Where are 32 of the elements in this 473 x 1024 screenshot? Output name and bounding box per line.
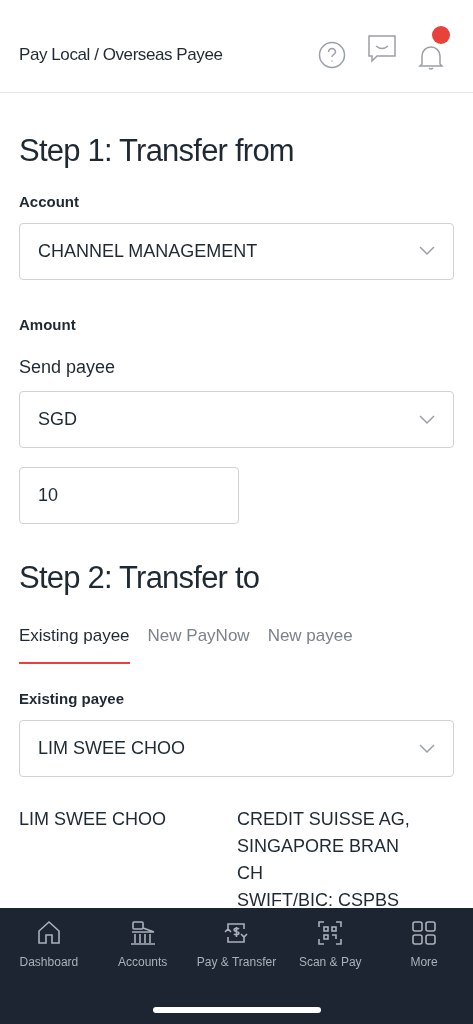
amount-field[interactable]: 10 — [19, 467, 239, 524]
page-title: Pay Local / Overseas Payee — [19, 44, 223, 67]
field-label: Account — [19, 192, 80, 212]
bank-detail: SINGAPORE BRAN — [237, 835, 401, 858]
chevron-down-icon — [419, 414, 435, 425]
nav-tab[interactable]: Dashboard — [2, 919, 95, 971]
currency-dropdown[interactable]: SGD — [19, 391, 454, 448]
payee-dropdown[interactable]: LIM SWEE CHOO — [19, 720, 454, 777]
payee-tab[interactable]: New PayNow — [147, 623, 250, 664]
payee-tab[interactable]: New payee — [267, 623, 353, 664]
bank-detail: CH — [237, 862, 264, 885]
grid-icon — [410, 919, 439, 947]
qr-scan-icon — [316, 919, 345, 947]
nav-tab[interactable]: Pay & Transfer — [190, 919, 283, 971]
step-title: Step 1: Transfer from — [19, 135, 295, 166]
help-icon[interactable] — [318, 41, 346, 69]
nav-tab[interactable]: Accounts — [96, 919, 189, 971]
bank-detail: CREDIT SUISSE AG, — [237, 808, 410, 831]
field-label: Send payee — [19, 356, 117, 379]
step-title: Step 2: Transfer to — [19, 562, 261, 593]
field-label: Amount — [19, 314, 77, 335]
field-label: Existing payee — [19, 688, 126, 709]
chevron-down-icon — [419, 743, 435, 754]
payee-name: LIM SWEE CHOO — [19, 808, 167, 831]
nav-tab[interactable]: More — [378, 919, 471, 971]
bank-icon — [128, 919, 157, 947]
bank-detail: SWIFT/BIC: CSPBS — [237, 889, 401, 908]
account-dropdown[interactable]: CHANNEL MANAGEMENT — [19, 222, 454, 280]
nav-tab[interactable]: Scan & Pay — [284, 919, 377, 971]
payee-tab[interactable]: Existing payee — [19, 623, 130, 664]
chat-icon[interactable] — [368, 35, 396, 65]
chevron-down-icon — [419, 246, 435, 256]
